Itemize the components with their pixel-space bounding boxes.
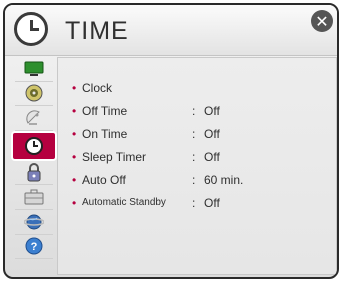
colon-separator: : [192,195,196,210]
setting-label: Auto Off [82,172,126,187]
help-icon: ? [25,237,43,255]
bullet: • [72,103,77,118]
sidebar-item-audio[interactable] [15,82,53,107]
sidebar-item-time[interactable] [11,130,57,161]
globe-icon [24,214,44,230]
header: TIME ✕ [5,5,337,56]
setting-value: Off [204,195,220,210]
setting-label: Clock [82,80,113,95]
setting-row-on-time[interactable]: • On Time : Off [72,122,243,145]
page-title: TIME [65,17,129,45]
satellite-dish-icon [26,110,40,125]
setting-label: Automatic Standby [82,197,166,208]
colon-separator: : [192,126,196,141]
sidebar-item-option[interactable] [15,185,53,210]
bullet: • [72,195,77,210]
bullet: • [72,126,77,141]
setting-row-auto-off[interactable]: • Auto Off : 60 min. [72,168,243,191]
clock-icon [14,12,48,46]
sidebar-item-lock[interactable] [15,161,53,186]
setting-label: Off Time [82,103,128,118]
setting-label: Sleep Timer [82,149,147,164]
bullet: • [72,80,77,95]
sidebar-item-picture[interactable] [15,57,53,82]
colon-separator: : [192,172,196,187]
setting-row-sleep-timer[interactable]: • Sleep Timer : Off [72,145,243,168]
time-menu-window: TIME ✕ ? • Clock • Off Time: Off • On T… [3,3,339,279]
setting-row-off-time[interactable]: • Off Time : Off [72,99,243,122]
speaker-icon [25,84,43,102]
setting-value: Off [204,103,220,118]
close-icon[interactable]: ✕ [311,10,333,32]
setting-value: Off [204,149,220,164]
settings-panel: • Clock • Off Time : Off • On Time : Off… [57,57,337,275]
setting-value: Off [204,126,220,141]
bullet: • [72,149,77,164]
setting-row-clock[interactable]: • Clock [72,76,243,99]
colon-separator: : [192,103,196,118]
svg-text:?: ? [31,241,38,253]
monitor-icon [24,61,44,76]
briefcase-icon [24,189,44,205]
setting-label: On Time [82,126,128,141]
setting-value: 60 min. [204,172,244,187]
sidebar-item-channels[interactable] [15,106,53,131]
sidebar-item-network[interactable] [15,210,53,235]
sidebar: ? [11,57,57,277]
settings-list: • Clock • Off Time : Off • On Time : Off… [72,76,243,214]
sidebar-item-support[interactable]: ? [15,235,53,260]
bullet: • [72,172,77,187]
clock-icon [25,136,43,155]
lock-icon [27,163,41,182]
colon-separator: : [192,149,196,164]
setting-row-automatic-standby[interactable]: • Automatic Standby : Off [72,191,243,214]
